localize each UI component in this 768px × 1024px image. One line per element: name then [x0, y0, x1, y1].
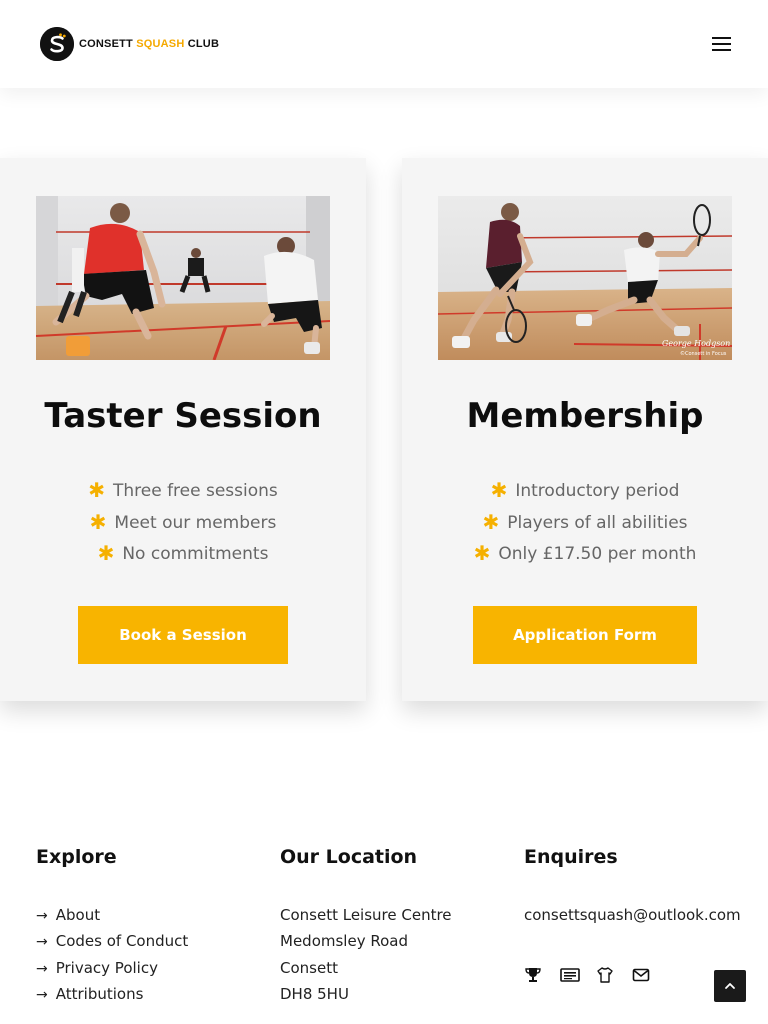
asterisk-icon: ✱ — [473, 541, 491, 565]
footer-heading: Our Location — [280, 846, 418, 868]
asterisk-icon: ✱ — [89, 509, 107, 534]
privacy-policy-link[interactable]: Privacy Policy — [56, 959, 158, 977]
list-item: ✱ Meet our members — [89, 509, 277, 534]
application-form-button[interactable]: Application Form — [473, 606, 697, 664]
squash-match-photo: George Hodgson ©Consett in Focus — [438, 196, 732, 360]
footer-heading: Enquires — [524, 846, 618, 868]
mail-icon[interactable] — [632, 966, 650, 984]
footer-heading: Explore — [36, 846, 117, 868]
footer-location: Our Location Consett Leisure Centre Medo… — [280, 846, 452, 1011]
hamburger-menu-icon[interactable] — [710, 35, 734, 53]
footer-explore: Explore → About → Codes of Conduct → Privac… — [36, 846, 188, 1011]
footer-enquires: Enquires consettsquash@outlook.com — [524, 846, 741, 924]
attributions-link[interactable]: Attributions — [56, 985, 144, 1003]
card-title: Taster Session — [44, 396, 322, 436]
explore-links: → About → Codes of Conduct → Privacy Policy… — [36, 906, 188, 1011]
address-line: Consett Leisure Centre — [280, 906, 452, 924]
scroll-to-top-button[interactable] — [714, 970, 746, 1002]
logo-text: CONSETT SQUASH CLUB — [79, 38, 220, 50]
asterisk-icon: ✱ — [97, 541, 115, 565]
photo-signature: George Hodgson — [662, 339, 730, 348]
about-link[interactable]: About — [56, 906, 100, 924]
list-item: ✱ Introductory period — [490, 478, 680, 502]
site-logo[interactable]: CONSETT SQUASH CLUB — [40, 27, 219, 61]
email-link[interactable]: consettsquash@outlook.com — [524, 906, 741, 924]
list-item: ✱ Players of all abilities — [482, 509, 688, 534]
list-item: → Privacy Policy — [36, 959, 188, 985]
arrow-right-icon: → — [36, 934, 48, 951]
book-session-button[interactable]: Book a Session — [78, 606, 288, 664]
card-title: Membership — [466, 396, 704, 436]
feature-list: ✱ Three free sessions ✱ Meet our members ✱… — [0, 478, 366, 573]
shirt-icon[interactable] — [596, 966, 614, 984]
squash-players-photo — [36, 196, 330, 360]
address-line: DH8 5HU — [280, 984, 349, 1003]
list-item: → Codes of Conduct — [36, 932, 188, 958]
address-line: Medomsley Road — [280, 932, 408, 951]
codes-of-conduct-link[interactable]: Codes of Conduct — [56, 932, 189, 950]
list-item: ✱ Only £17.50 per month — [473, 541, 697, 565]
arrow-right-icon: → — [36, 986, 48, 1003]
asterisk-icon: ✱ — [88, 478, 105, 502]
trophy-icon[interactable] — [524, 966, 542, 984]
arrow-right-icon: → — [36, 960, 48, 977]
list-item: → Attributions — [36, 985, 188, 1011]
list-item: ✱ No commitments — [97, 541, 269, 565]
social-icons — [524, 966, 650, 984]
taster-session-card: Taster Session ✱ Three free sessions ✱ Mee… — [0, 158, 366, 701]
asterisk-icon: ✱ — [490, 478, 508, 502]
arrow-right-icon: → — [36, 908, 48, 924]
membership-card: George Hodgson ©Consett in Focus Members… — [402, 158, 768, 701]
site-header: CONSETT SQUASH CLUB — [0, 0, 768, 88]
list-item: → About — [36, 906, 188, 932]
address-lines: Consett Leisure Centre Medomsley Road Co… — [280, 906, 452, 1011]
photo-credit: ©Consett in Focus — [680, 350, 727, 357]
logo-mark-icon — [40, 27, 74, 61]
address-line: Consett — [280, 958, 338, 977]
chevron-up-icon — [725, 983, 735, 989]
newspaper-icon[interactable] — [560, 966, 580, 984]
asterisk-icon: ✱ — [482, 509, 500, 534]
list-item: ✱ Three free sessions — [88, 478, 278, 502]
feature-list: ✱ Introductory period ✱ Players of all abi… — [402, 478, 768, 573]
